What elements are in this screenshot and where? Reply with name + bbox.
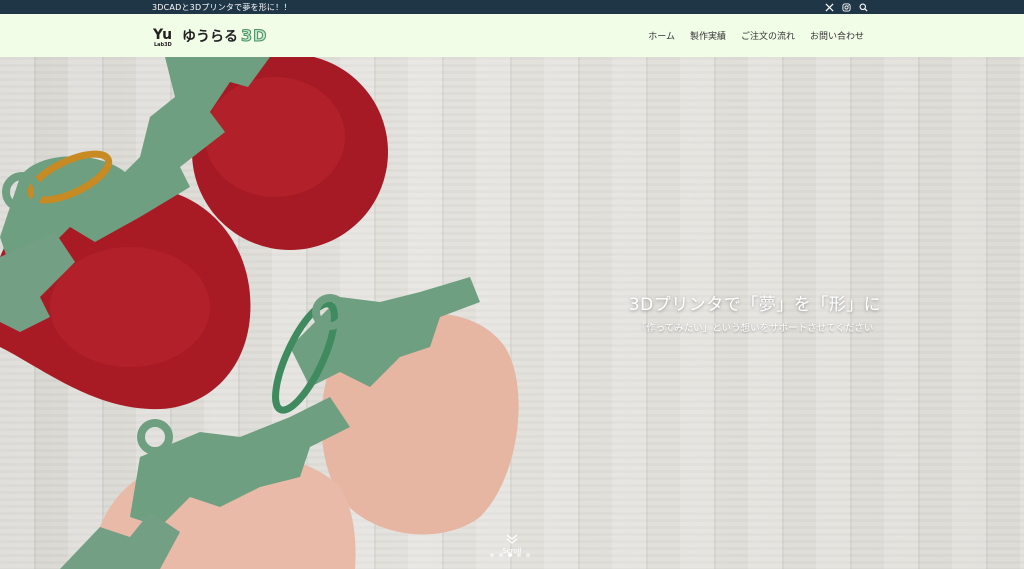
- logo-text: ゆうらる: [182, 29, 238, 45]
- top-icons: [824, 2, 868, 12]
- slide-dot-1[interactable]: [490, 553, 494, 557]
- search-icon[interactable]: [858, 2, 868, 12]
- hero-subtitle: 「作ってみたい」という想いをサポートさせてください: [636, 323, 874, 334]
- main-nav: ホーム 製作実績 ご注文の流れ お問い合わせ: [648, 29, 864, 42]
- nav-order-flow[interactable]: ご注文の流れ: [741, 29, 795, 42]
- hero-title: 3Dプリンタで「夢」を「形」に: [628, 295, 882, 315]
- slide-dot-5[interactable]: [526, 553, 530, 557]
- site-logo[interactable]: Yu Lab3D ゆうらる 3D: [152, 23, 267, 49]
- site-header: Yu Lab3D ゆうらる 3D ホーム 製作実績 ご注文の流れ お問い合わせ: [0, 14, 1024, 57]
- logo-mark: Yu Lab3D: [152, 24, 176, 48]
- site-tagline: 3DCADと3Dプリンタで夢を形に！！: [152, 2, 292, 12]
- nav-works[interactable]: 製作実績: [690, 29, 726, 42]
- slider-pagination: [490, 553, 530, 557]
- top-bar: 3DCADと3Dプリンタで夢を形に！！: [0, 0, 1024, 14]
- slide-dot-3[interactable]: [508, 553, 512, 557]
- logo-mark-sub: Lab3D: [154, 42, 172, 48]
- logo-3d: 3D: [240, 26, 268, 46]
- logo-mark-text: Yu: [152, 27, 172, 43]
- chevron-down-icon: [506, 534, 518, 544]
- slide-dot-4[interactable]: [517, 553, 521, 557]
- nav-home[interactable]: ホーム: [648, 29, 675, 42]
- slide-dot-2[interactable]: [499, 553, 503, 557]
- nav-contact[interactable]: お問い合わせ: [810, 29, 864, 42]
- x-icon[interactable]: [824, 2, 834, 12]
- instagram-icon[interactable]: [841, 2, 851, 12]
- scroll-indicator[interactable]: Scroll: [492, 529, 532, 555]
- hero-slider: 3Dプリンタで「夢」を「形」に 「作ってみたい」という想いをサポートさせてくださ…: [0, 57, 1024, 569]
